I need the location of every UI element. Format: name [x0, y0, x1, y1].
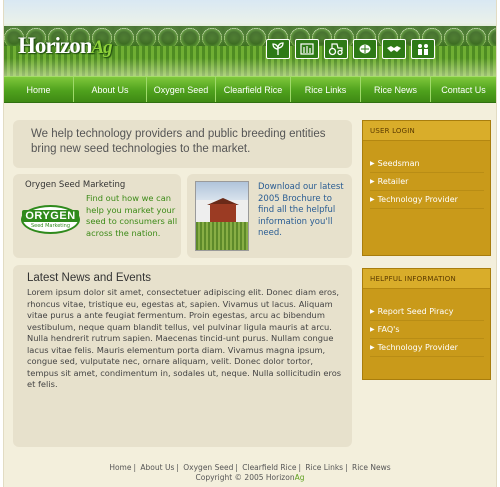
login-retailer[interactable]: ▶ Retailer: [370, 173, 484, 191]
nav-oxygen-seed[interactable]: Oxygen Seed: [147, 77, 216, 102]
brochure-thumbnail[interactable]: [195, 181, 249, 251]
main-navigation: Home About Us Oxygen Seed Clearfield Ric…: [4, 76, 496, 103]
footer-link-rice-news[interactable]: Rice News: [352, 463, 391, 472]
footer-links: Home | About Us | Oxygen Seed | Clearfield …: [109, 463, 391, 472]
help-faqs[interactable]: ▶ FAQ's: [370, 321, 484, 339]
user-login-title: USER LOGIN: [363, 121, 490, 141]
handshake-icon[interactable]: [382, 39, 406, 59]
login-seedsman[interactable]: ▶ Seedsman: [370, 155, 484, 173]
arrow-right-icon: ▶: [370, 326, 375, 333]
user-login-panel: USER LOGIN ▶ Seedsman ▶ Retailer ▶ Technolo…: [362, 120, 491, 256]
arrow-right-icon: ▶: [370, 344, 375, 351]
nav-clearfield-rice[interactable]: Clearfield Rice: [216, 77, 291, 102]
arrow-right-icon: ▶: [370, 308, 375, 315]
logo-text-main: Horizon: [18, 33, 92, 58]
brochure-box: Download our latest 2005 Brochure to fin…: [187, 174, 352, 258]
help-technology-provider[interactable]: ▶ Technology Provider: [370, 339, 484, 357]
nav-rice-news[interactable]: Rice News: [361, 77, 431, 102]
site-logo[interactable]: HorizonAg: [18, 33, 113, 59]
arrow-right-icon: ▶: [370, 196, 375, 203]
footer-link-rice-links[interactable]: Rice Links: [305, 463, 343, 472]
header-icon-row: [266, 39, 435, 59]
grain-icon[interactable]: [353, 39, 377, 59]
orygen-logo[interactable]: ORYGEN Seed Marketing: [21, 205, 80, 234]
orygen-logo-text: ORYGEN: [22, 210, 79, 222]
logo-text-ag: Ag: [91, 37, 113, 58]
helpful-info-panel: HELPFUL INFORMATION ▶ Report Seed Piracy …: [362, 268, 491, 380]
plant-icon[interactable]: [295, 39, 319, 59]
footer-link-clearfield-rice[interactable]: Clearfield Rice: [242, 463, 296, 472]
people-icon[interactable]: [411, 39, 435, 59]
login-technology-provider[interactable]: ▶ Technology Provider: [370, 191, 484, 209]
footer-link-oxygen-seed[interactable]: Oxygen Seed: [183, 463, 233, 472]
nav-contact-us[interactable]: Contact Us: [431, 77, 496, 102]
seedling-icon[interactable]: [266, 39, 290, 59]
news-heading: Latest News and Events: [27, 272, 152, 284]
page-container: HorizonAg Home About Us Oxygen Seed Clea…: [3, 0, 497, 487]
nav-about-us[interactable]: About Us: [74, 77, 147, 102]
brochure-download-link[interactable]: Download our latest 2005 Brochure to fin…: [258, 182, 348, 240]
footer: Home | About Us | Oxygen Seed | Clearfield …: [4, 463, 496, 483]
help-report-seed-piracy[interactable]: ▶ Report Seed Piracy: [370, 303, 484, 321]
footer-link-home[interactable]: Home: [109, 463, 131, 472]
seed-marketing-link[interactable]: Find out how we can help you market your…: [86, 193, 181, 239]
seed-marketing-title: Orygen Seed Marketing: [25, 180, 126, 190]
news-box: Latest News and Events Lorem ipsum dolor…: [13, 265, 352, 447]
helpful-info-title: HELPFUL INFORMATION: [363, 269, 490, 289]
footer-link-about-us[interactable]: About Us: [140, 463, 174, 472]
arrow-right-icon: ▶: [370, 178, 375, 185]
arrow-right-icon: ▶: [370, 160, 375, 167]
intro-box: We help technology providers and public …: [13, 120, 352, 168]
tractor-icon[interactable]: [324, 39, 348, 59]
seed-marketing-box: Orygen Seed Marketing ORYGEN Seed Market…: [13, 174, 181, 258]
footer-copyright: Copyright © 2005 HorizonAg: [195, 473, 305, 482]
nav-rice-links[interactable]: Rice Links: [291, 77, 361, 102]
intro-text: We help technology providers and public …: [31, 128, 326, 155]
nav-home[interactable]: Home: [4, 77, 74, 102]
orygen-logo-subtext: Seed Marketing: [30, 223, 70, 229]
news-body: Lorem ipsum dolor sit amet, consectetuer…: [27, 287, 342, 389]
header-banner: HorizonAg: [4, 0, 496, 76]
